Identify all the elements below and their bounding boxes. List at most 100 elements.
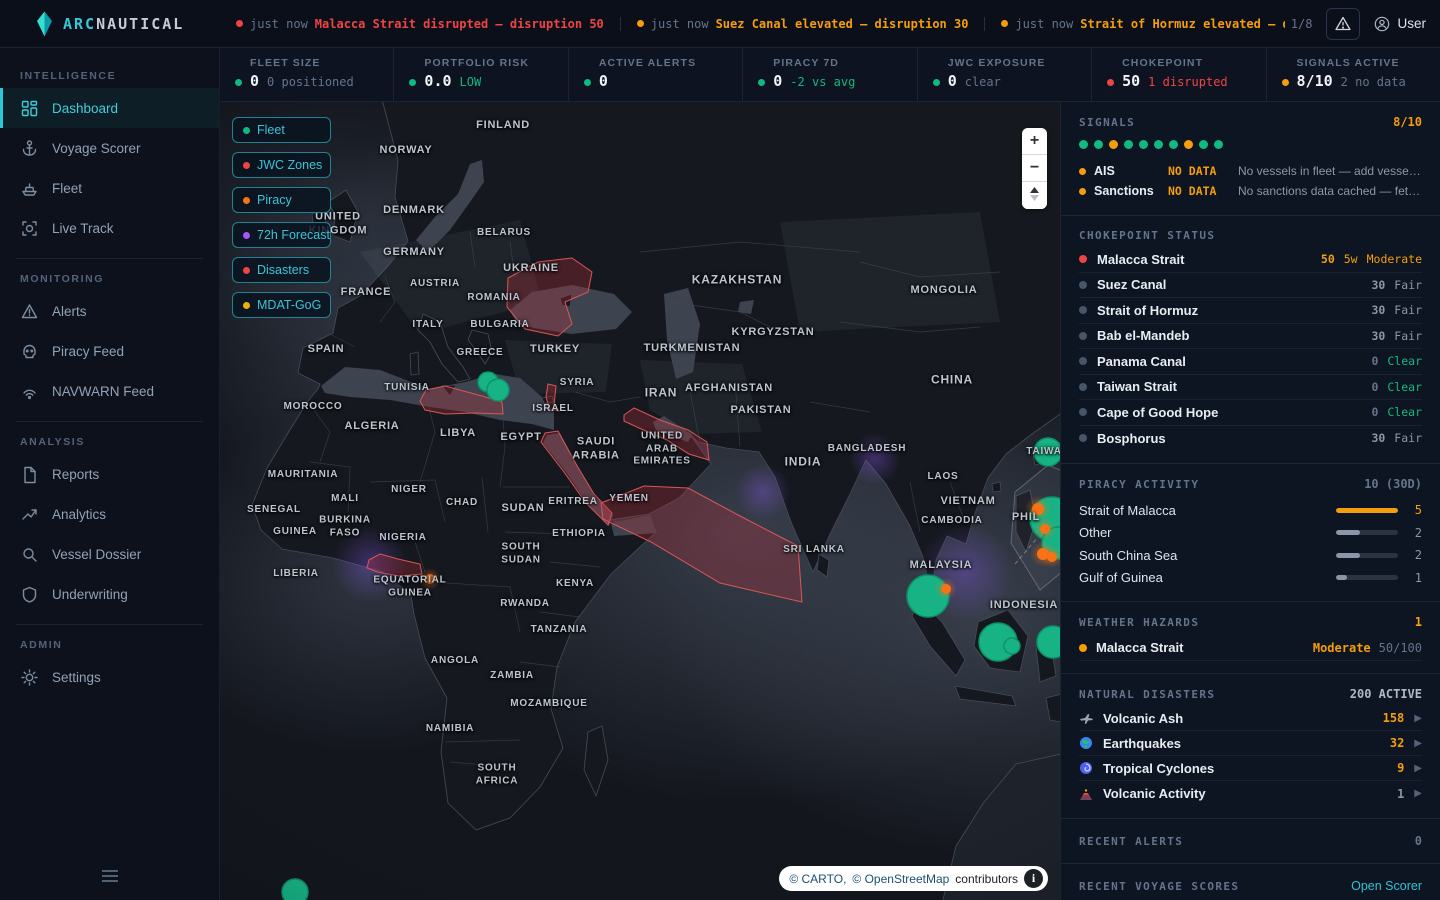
chevron-right-icon: ▶ (1414, 738, 1422, 749)
zoom-in-button[interactable]: + (1022, 128, 1047, 155)
sidebar-item-analytics[interactable]: Analytics (0, 494, 219, 534)
signal-name: Sanctions (1094, 184, 1160, 198)
sidebar-item-reports[interactable]: Reports (0, 454, 219, 494)
disaster-count: 9 (1397, 761, 1404, 775)
chokepoint-status-dot (1079, 408, 1087, 416)
sidebar-item-piracy-feed[interactable]: Piracy Feed (0, 331, 219, 371)
chevron-right-icon: ▶ (1414, 713, 1422, 724)
info-icon[interactable]: i (1024, 869, 1043, 888)
chokepoint-values: 505wModerate (1321, 252, 1422, 266)
cluster-marker[interactable] (1004, 638, 1020, 654)
ticker-item: just nowSuez Canal elevated — disruption… (620, 17, 985, 31)
layer-label: Disasters (257, 263, 309, 277)
cluster-marker[interactable] (282, 879, 308, 900)
voyage-scores-title: RECENT VOYAGE SCORES (1079, 880, 1239, 893)
sidebar-item-label: Settings (52, 670, 101, 685)
chokepoint-score: 30 (1371, 278, 1385, 292)
pitch-toggle-button[interactable] (1022, 182, 1047, 209)
layer-toggle-fleet[interactable]: Fleet (232, 117, 331, 143)
ticker-pager: 1/8 (1291, 17, 1313, 31)
open-scorer-link[interactable]: Open Scorer (1351, 879, 1422, 893)
layer-toggle-jwc-zones[interactable]: JWC Zones (232, 152, 331, 178)
osm-link[interactable]: © OpenStreetMap (852, 872, 949, 886)
incident-marker[interactable] (1040, 524, 1050, 534)
sidebar-item-underwriting[interactable]: Underwriting (0, 574, 219, 614)
signal-status-dots (1079, 140, 1422, 149)
layer-toggle-72h-forecast[interactable]: 72h Forecast (232, 222, 331, 248)
disaster-type: Volcanic Activity (1103, 786, 1387, 801)
sidebar-item-label: Fleet (52, 181, 82, 196)
search-icon (20, 545, 39, 564)
sidebar-item-navwarn-feed[interactable]: NAVWARN Feed (0, 371, 219, 411)
sidebar-item-fleet[interactable]: Fleet (0, 168, 219, 208)
disaster-row[interactable]: Tropical Cyclones9▶ (1079, 756, 1422, 781)
chokepoint-row[interactable]: Suez Canal30Fair (1079, 273, 1422, 299)
sidebar-item-alerts[interactable]: Alerts (0, 291, 219, 331)
alerts-button[interactable] (1326, 8, 1360, 40)
signal-status-dot (1079, 188, 1086, 195)
signal-dot (1214, 140, 1223, 149)
sidebar-collapse-button[interactable] (0, 862, 220, 890)
chokepoint-row[interactable]: Malacca Strait505wModerate (1079, 247, 1422, 273)
weather-count: 1 (1415, 615, 1422, 629)
incident-marker[interactable] (425, 574, 435, 584)
sidebar-item-voyage-scorer[interactable]: Voyage Scorer (0, 128, 219, 168)
kpi-number: 0.0 (424, 72, 451, 90)
chokepoint-status-dot (1079, 255, 1087, 263)
kpi-number: 8/10 (1297, 72, 1333, 90)
piracy-count: 5 (1410, 503, 1422, 517)
layer-toggle-piracy[interactable]: Piracy (232, 187, 331, 213)
chokepoint-row[interactable]: Taiwan Strait0Clear (1079, 375, 1422, 401)
piracy-row: Gulf of Guinea1 (1079, 567, 1422, 590)
kpi-subtext: LOW (460, 75, 482, 89)
weather-title: WEATHER HAZARDS (1079, 616, 1199, 629)
piracy-section: PIRACY ACTIVITY 10 (30D) Strait of Malac… (1061, 464, 1440, 602)
cluster-marker[interactable] (487, 379, 509, 401)
sidebar-item-vessel-dossier[interactable]: Vessel Dossier (0, 534, 219, 574)
chokepoint-row[interactable]: Panama Canal0Clear (1079, 349, 1422, 375)
chokepoint-status: Moderate (1367, 252, 1422, 266)
carto-link[interactable]: © CARTO, (789, 872, 846, 886)
disaster-row[interactable]: Earthquakes32▶ (1079, 731, 1422, 756)
incident-marker[interactable] (1032, 503, 1044, 515)
chokepoint-row[interactable]: Cape of Good Hope0Clear (1079, 400, 1422, 426)
chevron-right-icon: ▶ (1414, 763, 1422, 774)
layer-dot (243, 197, 250, 204)
signal-dot (1139, 140, 1148, 149)
layer-toggle-mdat-gog[interactable]: MDAT-GoG (232, 292, 331, 318)
sidebar-item-settings[interactable]: Settings (0, 657, 219, 697)
chokepoint-status: Fair (1394, 278, 1422, 292)
piracy-count: 1 (1410, 571, 1422, 585)
signal-dot (1124, 140, 1133, 149)
world-map[interactable]: FINLANDNORWAYUNITED KINGDOMDENMARKBELARU… (220, 102, 1060, 900)
ticker-item: just nowMalacca Strait disrupted — disru… (220, 17, 620, 31)
warning-icon (20, 302, 39, 321)
incident-marker[interactable] (941, 584, 951, 594)
disaster-row[interactable]: Volcanic Ash158▶ (1079, 706, 1422, 731)
sidebar-item-live-track[interactable]: Live Track (0, 208, 219, 248)
volcano-icon (1079, 787, 1093, 801)
chokepoint-row[interactable]: Bosphorus30Fair (1079, 426, 1422, 452)
chokepoint-row[interactable]: Strait of Hormuz30Fair (1079, 298, 1422, 324)
sidebar-item-label: Reports (52, 467, 99, 482)
sidebar-item-dashboard[interactable]: Dashboard (0, 88, 219, 128)
signals-count: 8/10 (1393, 115, 1422, 129)
weather-level: Moderate (1313, 641, 1371, 655)
chokepoint-values: 0Clear (1371, 354, 1422, 368)
forecast-hazard-glow (735, 464, 791, 520)
chokepoint-row[interactable]: Bab el-Mandeb30Fair (1079, 324, 1422, 350)
weather-score: 50/100 (1379, 641, 1422, 655)
logo-gem-icon (36, 11, 53, 37)
disaster-row[interactable]: Volcanic Activity1▶ (1079, 781, 1422, 806)
zoom-out-button[interactable]: − (1022, 155, 1047, 182)
user-menu-button[interactable]: User (1374, 16, 1426, 32)
cluster-marker[interactable] (1034, 438, 1060, 466)
layer-label: Piracy (257, 193, 292, 207)
layer-dot (243, 302, 250, 309)
signal-dot (1109, 140, 1118, 149)
chokepoint-score: 50 (1321, 252, 1335, 266)
chokepoint-values: 30Fair (1371, 431, 1422, 445)
incident-marker[interactable] (1047, 552, 1057, 562)
layer-toggle-disasters[interactable]: Disasters (232, 257, 331, 283)
chokepoint-status-dot (1079, 281, 1087, 289)
